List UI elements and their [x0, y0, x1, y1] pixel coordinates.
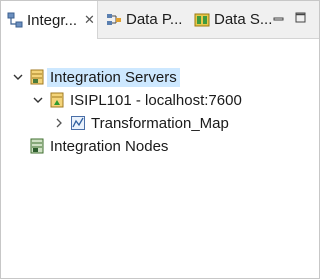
close-icon[interactable]: ✕	[84, 12, 95, 28]
tab-data-source[interactable]: Data S...	[194, 1, 272, 38]
integration-servers-icon	[29, 69, 45, 85]
tree-item-label: Transformation_Map	[91, 114, 229, 132]
tree-item-integration-nodes[interactable]: Integration Nodes	[29, 135, 168, 157]
chevron-right-icon[interactable]	[52, 116, 66, 130]
maximize-icon[interactable]	[295, 12, 306, 23]
integration-view: Integr... ✕ Data P... Data S... Integrat…	[0, 0, 320, 279]
integration-view-icon	[7, 12, 23, 28]
chevron-down-icon[interactable]	[11, 70, 25, 84]
tab-label: Data P...	[126, 11, 183, 28]
tab-data-project[interactable]: Data P...	[106, 1, 182, 38]
tree-item-application[interactable]: Transformation_Map	[52, 112, 229, 134]
chevron-down-icon[interactable]	[31, 93, 45, 107]
view-tab-bar: Integr... ✕ Data P... Data S...	[1, 1, 319, 39]
data-project-icon	[106, 12, 122, 28]
message-flow-icon	[70, 115, 86, 131]
tree-item-integration-servers[interactable]: Integration Servers	[11, 66, 180, 88]
integration-server-icon	[49, 92, 65, 108]
minimize-icon[interactable]	[273, 12, 284, 23]
tree-item-label: Integration Nodes	[50, 137, 169, 155]
tree-item-label: ISIPL101 - localhost:7600	[70, 91, 242, 109]
tab-label: Integr...	[27, 11, 78, 29]
tab-label: Data S...	[214, 11, 273, 28]
data-source-icon	[194, 12, 210, 28]
tree-item-server[interactable]: ISIPL101 - localhost:7600	[31, 89, 242, 111]
tab-integration[interactable]: Integr... ✕	[1, 1, 98, 39]
tree-item-label: Integration Servers	[47, 67, 180, 87]
integration-nodes-icon	[29, 138, 45, 154]
